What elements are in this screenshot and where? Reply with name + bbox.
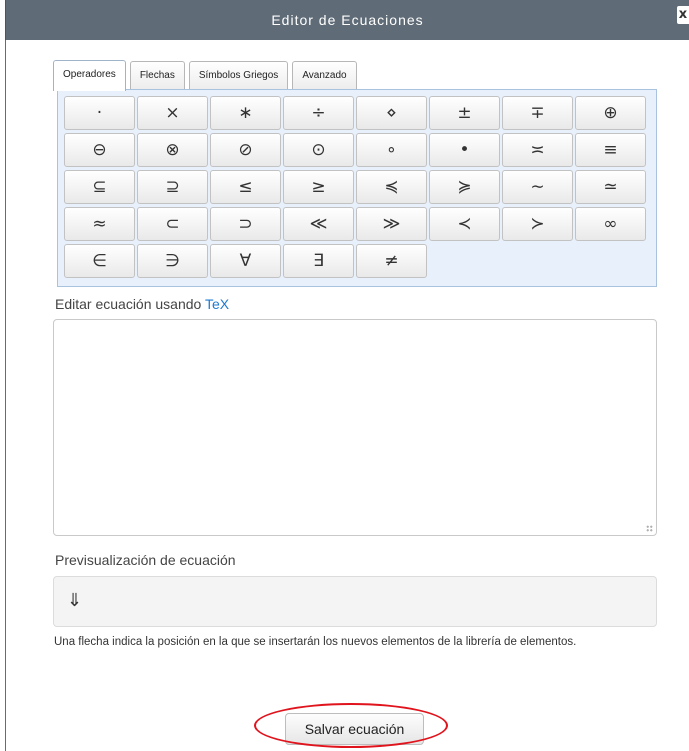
symbol-button[interactable]: ∈ — [64, 244, 135, 278]
equation-preview: ⇓ — [53, 576, 657, 627]
symbol-button[interactable]: ≤ — [210, 170, 281, 204]
symbol-button[interactable]: · — [64, 96, 135, 130]
symbol-button[interactable]: ≠ — [356, 244, 427, 278]
symbol-button[interactable]: ∓ — [502, 96, 573, 130]
symbol-button[interactable]: ≺ — [429, 207, 500, 241]
dialog-left-border — [5, 40, 6, 751]
insertion-arrow-icon: ⇓ — [67, 590, 83, 611]
tex-editor-label: Editar ecuación usando TeX — [55, 296, 229, 312]
symbol-button[interactable]: ≪ — [283, 207, 354, 241]
symbol-button[interactable]: ≡ — [575, 133, 646, 167]
dialog-title: Editor de Ecuaciones — [271, 12, 424, 28]
symbol-button[interactable]: ≥ — [283, 170, 354, 204]
symbol-button[interactable]: ⊇ — [137, 170, 208, 204]
symbol-button[interactable]: ⋄ — [356, 96, 427, 130]
tab-simbolos-griegos[interactable]: Símbolos Griegos — [188, 61, 289, 89]
symbol-button[interactable]: ⊖ — [64, 133, 135, 167]
symbol-button[interactable]: ≈ — [64, 207, 135, 241]
symbol-button[interactable]: ∗ — [210, 96, 281, 130]
symbol-button[interactable]: ⊗ — [137, 133, 208, 167]
symbol-button[interactable]: ≻ — [502, 207, 573, 241]
symbol-button[interactable]: ± — [429, 96, 500, 130]
tab-operadores[interactable]: Operadores — [53, 60, 126, 91]
symbol-button[interactable]: ≫ — [356, 207, 427, 241]
tex-equation-textarea[interactable] — [53, 319, 657, 536]
symbol-button[interactable]: ≃ — [575, 170, 646, 204]
symbol-button[interactable]: ∼ — [502, 170, 573, 204]
tab-flechas[interactable]: Flechas — [129, 61, 185, 89]
tab-avanzado[interactable]: Avanzado — [292, 61, 357, 89]
dialog-titlebar[interactable]: Editor de Ecuaciones — [5, 0, 689, 40]
equation-editor-dialog: Editor de Ecuaciones x Operadores Flecha… — [0, 0, 689, 751]
symbol-button[interactable]: ⊘ — [210, 133, 281, 167]
symbol-button[interactable]: ⊕ — [575, 96, 646, 130]
symbol-button[interactable]: ÷ — [283, 96, 354, 130]
symbol-button[interactable]: ⊆ — [64, 170, 135, 204]
symbol-button[interactable]: ⊃ — [210, 207, 281, 241]
save-equation-button[interactable]: Salvar ecuación — [285, 713, 424, 745]
resize-grip-icon[interactable] — [643, 522, 653, 532]
symbol-button[interactable]: ⊙ — [283, 133, 354, 167]
symbol-button[interactable]: ∘ — [356, 133, 427, 167]
symbol-grid: · × ∗ ÷ ⋄ ± ∓ ⊕ ⊖ ⊗ ⊘ ⊙ ∘ • ≍ ≡ ⊆ ⊇ ≤ ≥ ≼ ≽ ∼ ≃ ≈ ⊂ ⊃ ≪ ≫ ≺ ≻ ∞ ∈ ∋ ∀ ∃ ≠ — [64, 96, 646, 278]
symbol-button[interactable]: × — [137, 96, 208, 130]
symbol-button[interactable]: • — [429, 133, 500, 167]
preview-label: Previsualización de ecuación — [55, 552, 236, 568]
symbol-button[interactable]: ∋ — [137, 244, 208, 278]
close-button[interactable]: x — [677, 6, 689, 24]
symbol-button[interactable]: ∞ — [575, 207, 646, 241]
symbol-button[interactable]: ≽ — [429, 170, 500, 204]
symbol-button[interactable]: ∀ — [210, 244, 281, 278]
tex-link[interactable]: TeX — [205, 296, 229, 312]
symbol-button[interactable]: ≍ — [502, 133, 573, 167]
symbol-tabs: Operadores Flechas Símbolos Griegos Avan… — [53, 60, 357, 91]
symbol-button[interactable]: ∃ — [283, 244, 354, 278]
preview-help-text: Una flecha indica la posición en la que … — [54, 636, 577, 648]
tex-label-text: Editar ecuación usando — [55, 296, 205, 312]
symbol-button[interactable]: ≼ — [356, 170, 427, 204]
operators-panel: · × ∗ ÷ ⋄ ± ∓ ⊕ ⊖ ⊗ ⊘ ⊙ ∘ • ≍ ≡ ⊆ ⊇ ≤ ≥ ≼ ≽ ∼ ≃ ≈ ⊂ ⊃ ≪ ≫ ≺ ≻ ∞ ∈ ∋ ∀ ∃ ≠ — [57, 89, 657, 287]
symbol-button[interactable]: ⊂ — [137, 207, 208, 241]
